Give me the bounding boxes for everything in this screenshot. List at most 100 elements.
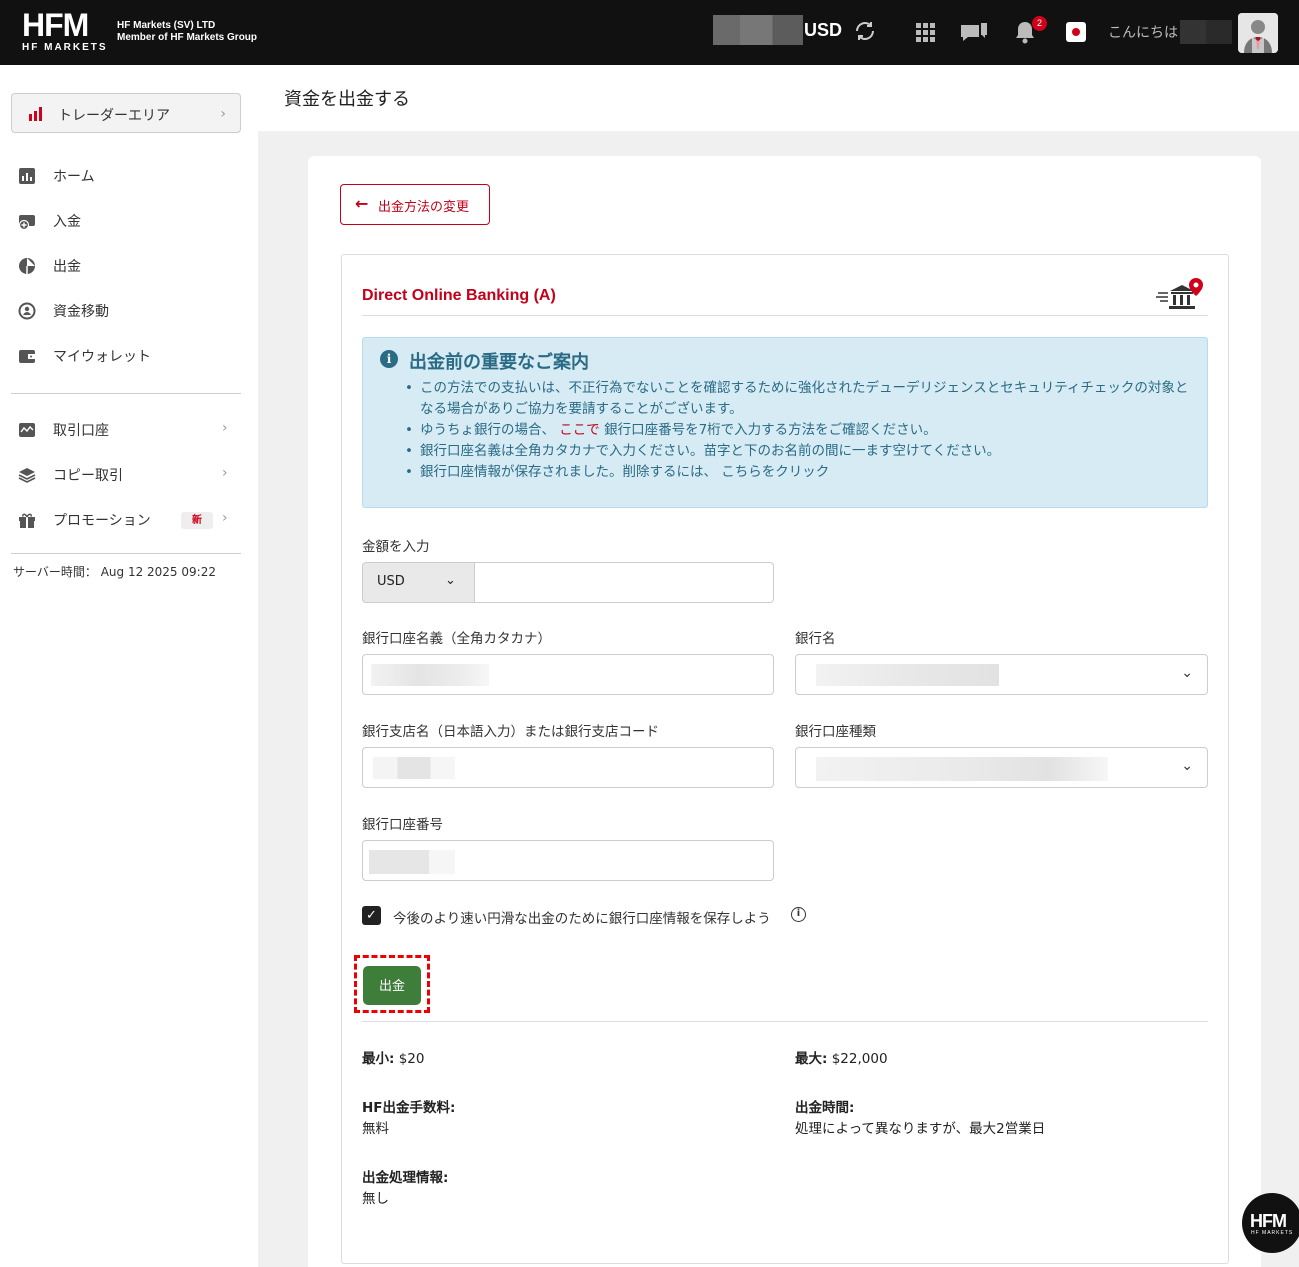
info-tooltip-icon[interactable]: i — [791, 907, 806, 922]
chevron-right-icon: › — [222, 420, 228, 436]
notice-yucho-prefix: ゆうちょ銀行の場合、 — [420, 422, 555, 438]
sidebar-item-label: 入金 — [53, 214, 81, 230]
logo-text: HFM — [22, 7, 89, 43]
sidebar-item-transfer[interactable]: 資金移動 — [0, 296, 258, 326]
chart-icon — [19, 168, 35, 184]
amount-input[interactable] — [474, 562, 774, 603]
sidebar-item-label: マイウォレット — [53, 349, 151, 365]
account-type-select[interactable]: ⌄ — [795, 747, 1208, 788]
redacted-value — [371, 664, 489, 686]
currency-select[interactable]: USD ⌄ — [362, 562, 475, 603]
greeting-text: こんにちは — [1108, 25, 1178, 41]
company-line-1: HF Markets (SV) LTD — [117, 20, 216, 31]
notice-item-saved-info[interactable]: 銀行口座情報が保存されました。削除するには、 こちらをクリック — [405, 462, 1200, 483]
fee-value: 無料 — [362, 1121, 389, 1137]
chevron-right-icon: › — [220, 106, 226, 122]
bank-name-select[interactable]: ⌄ — [795, 654, 1208, 695]
deposit-icon — [18, 215, 35, 230]
max-label: 最大: — [795, 1051, 828, 1067]
amount-label: 金額を入力 — [362, 539, 430, 555]
company-info: HF Markets (SV) LTD Member of HF Markets… — [117, 20, 257, 44]
save-bank-info-checkbox[interactable]: ✓ — [362, 906, 381, 925]
chevron-down-icon: ⌄ — [1181, 665, 1193, 681]
withdraw-icon — [19, 258, 35, 274]
withdraw-submit-button[interactable]: 出金 — [363, 966, 421, 1005]
redacted-value — [816, 664, 999, 686]
support-chat-button[interactable]: HFM HF MARKETS — [1242, 1193, 1299, 1253]
currency-select-value: USD — [377, 574, 405, 589]
bank-name-label: 銀行名 — [795, 631, 836, 647]
notice-title: 出金前の重要なご案内 — [409, 352, 589, 373]
min-value: $20 — [398, 1051, 425, 1067]
sidebar-item-withdraw[interactable]: 出金 — [0, 251, 258, 281]
sidebar-item-deposit[interactable]: 入金 — [0, 206, 258, 236]
form-divider — [362, 1021, 1208, 1022]
sidebar-item-home[interactable]: ホーム — [0, 161, 258, 191]
redacted-value — [369, 850, 455, 874]
account-name-input[interactable] — [362, 654, 774, 695]
notice-item: 銀行口座名義は全角カタカナで入力ください。苗字と下のお名前の間に一ます空けてくだ… — [405, 441, 1200, 462]
chat-icon[interactable] — [959, 19, 989, 45]
sidebar-item-promotion[interactable]: プロモーション 新 › — [0, 505, 258, 535]
notice-list: この方法での支払いは、不正行為でないことを確認するために強化されたデューデリジェ… — [405, 378, 1200, 483]
change-method-label: 出金方法の変更 — [378, 200, 470, 215]
account-name-label: 銀行口座名義（全角カタカナ） — [362, 631, 551, 647]
branch-label: 銀行支店名（日本語入力）または銀行支店コード — [362, 724, 659, 740]
trader-area-label: トレーダーエリア — [58, 108, 170, 124]
bar-chart-icon — [29, 107, 42, 121]
trader-area-button[interactable]: トレーダーエリア › — [11, 93, 241, 133]
chat-logo-subtext: HF MARKETS — [1251, 1230, 1294, 1236]
hfm-logo[interactable]: HFM HF MARKETS — [22, 7, 108, 53]
processing-value: 無し — [362, 1191, 389, 1207]
sidebar-divider — [11, 553, 241, 554]
refresh-icon[interactable] — [853, 19, 877, 43]
account-number-label: 銀行口座番号 — [362, 817, 443, 833]
sidebar: トレーダーエリア › ホーム 入金 出金 資金移動 マイウォレット 取引口座 ›… — [0, 65, 258, 1267]
avatar[interactable] — [1238, 13, 1278, 53]
sidebar-item-wallet[interactable]: マイウォレット — [0, 341, 258, 371]
yucho-link[interactable]: ここで — [559, 422, 600, 438]
withdraw-form-panel: Direct Online Banking (A) i 出金前の重要なご案内 こ… — [341, 254, 1229, 1264]
notice-yucho-suffix: 銀行口座番号を7桁で入力する方法をご確認ください。 — [604, 422, 937, 438]
fee-info: HF出金手数料: 無料 — [362, 1098, 455, 1140]
company-line-2: Member of HF Markets Group — [117, 32, 258, 43]
sidebar-item-trading-accounts[interactable]: 取引口座 › — [0, 415, 258, 445]
redacted-value — [816, 757, 1108, 781]
server-time: サーバー時間： Aug 12 2025 09:22 — [13, 565, 216, 579]
logo-subtext: HF MARKETS — [22, 42, 108, 53]
change-method-button[interactable]: ← 出金方法の変更 — [340, 184, 490, 225]
branch-input[interactable] — [362, 747, 774, 788]
redacted-value — [373, 757, 455, 779]
withdraw-card: ← 出金方法の変更 Direct Online Banking (A) i 出金… — [308, 156, 1261, 1267]
title-divider — [362, 315, 1208, 316]
bank-location-icon — [1156, 278, 1203, 309]
balance-currency: USD — [804, 20, 843, 40]
chat-logo-text: HFM — [1250, 1211, 1287, 1231]
sidebar-item-label: ホーム — [53, 169, 95, 185]
arrow-left-icon: ← — [355, 194, 369, 213]
account-number-input[interactable] — [362, 840, 774, 881]
processing-label: 出金処理情報: — [362, 1170, 449, 1186]
sidebar-item-label: プロモーション — [53, 513, 151, 529]
gift-icon — [19, 513, 35, 528]
sidebar-item-copy-trading[interactable]: コピー取引 › — [0, 460, 258, 490]
sidebar-item-label: 資金移動 — [53, 304, 109, 320]
save-bank-info-label[interactable]: 今後のより速い円滑な出金のために銀行口座情報を保存しよう — [393, 907, 771, 927]
page-title: 資金を出金する — [284, 89, 410, 110]
info-icon: i — [380, 350, 398, 368]
processing-time-info: 出金時間: 処理によって異なりますが、最大2営業日 — [795, 1098, 1045, 1140]
min-label: 最小: — [362, 1051, 395, 1067]
sidebar-item-label: コピー取引 — [53, 468, 123, 484]
sidebar-item-label: 取引口座 — [53, 423, 109, 439]
notice-item: この方法での支払いは、不正行為でないことを確認するために強化されたデューデリジェ… — [405, 378, 1200, 420]
time-value: 処理によって異なりますが、最大2営業日 — [795, 1121, 1046, 1137]
max-value: $22,000 — [831, 1051, 888, 1067]
chevron-down-icon: ⌄ — [1181, 758, 1193, 774]
layers-icon — [18, 468, 36, 483]
japan-flag-icon[interactable] — [1066, 22, 1086, 42]
transfer-icon — [18, 302, 36, 320]
apps-grid-icon[interactable] — [912, 19, 938, 45]
max-amount-info: 最大: $22,000 — [795, 1049, 888, 1070]
chevron-right-icon: › — [222, 465, 228, 481]
important-notice: i 出金前の重要なご案内 この方法での支払いは、不正行為でないことを確認するため… — [362, 337, 1208, 508]
